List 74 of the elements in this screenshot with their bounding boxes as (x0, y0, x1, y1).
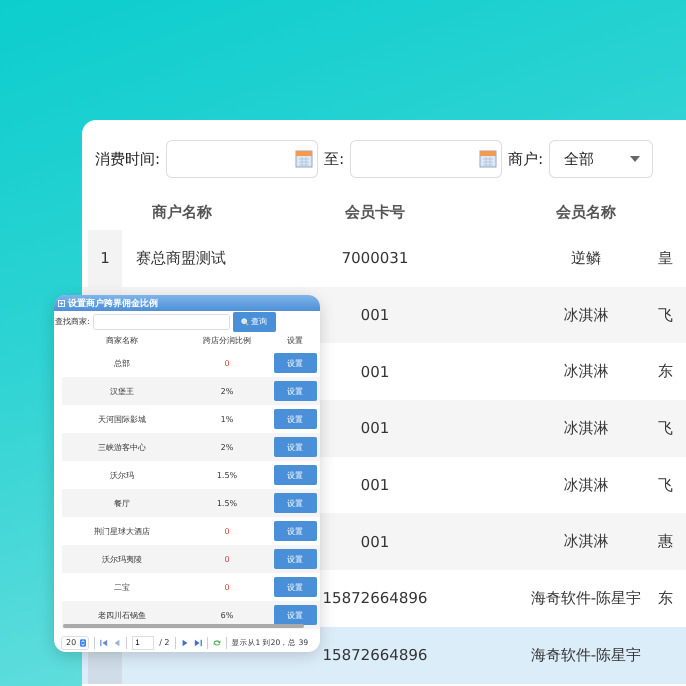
table-cell: 东 (658, 362, 673, 380)
column-header: 会员名称 (554, 202, 617, 222)
table-cell: 2% (220, 386, 234, 396)
table-cell: 冰淇淋 (564, 362, 608, 380)
table-cell: 0 (224, 582, 230, 592)
table-cell: 沃尔玛 (110, 470, 134, 480)
table-cell: 海奇软件-陈星宇 (530, 646, 642, 664)
table-cell: 沃尔玛夷陵 (102, 554, 142, 564)
spinner-icon[interactable] (80, 638, 86, 647)
page-field[interactable]: 1 (132, 636, 154, 650)
caret-icon (630, 156, 640, 162)
table-cell: 飞 (658, 418, 673, 437)
table-cell: 惠 (658, 532, 673, 550)
search-field[interactable] (92, 314, 230, 330)
row-number: 1 (100, 249, 110, 268)
page-size-select[interactable]: 20 (61, 636, 90, 650)
table-cell: 1.5% (216, 498, 238, 508)
table-cell: 餐厅 (114, 498, 130, 508)
column-header: 跨店分润比例 (202, 335, 252, 346)
first-page-icon[interactable] (100, 638, 108, 647)
table-row[interactable]: 1 赛总商盟测试 7000031 逆鳞 皇 (82, 230, 686, 287)
table-cell: 1.5% (216, 470, 238, 480)
filter-label: 商户: (508, 150, 544, 168)
last-page-icon[interactable] (194, 638, 202, 647)
previous-page-icon[interactable] (113, 638, 122, 647)
table-cell: 0 (224, 358, 230, 368)
search-icon (241, 318, 250, 326)
table-cell: 飞 (658, 306, 673, 324)
table-cell: 0 (224, 526, 230, 536)
merchant-select[interactable]: 全部 (549, 140, 654, 178)
column-header: 会员卡号 (344, 202, 406, 222)
table-cell: 逆鳞 (571, 248, 601, 267)
table-cell: 东 (658, 588, 673, 607)
table-cell: 2% (220, 442, 234, 452)
refresh-icon[interactable] (212, 638, 221, 647)
next-page-icon[interactable] (180, 638, 189, 647)
table-cell: 0 (224, 554, 230, 564)
table-cell: 赛总商盟测试 (136, 248, 226, 267)
table-cell: 汉堡王 (110, 386, 134, 396)
window-icon (58, 300, 65, 307)
table-cell: 总部 (114, 358, 130, 368)
calendar-icon[interactable] (479, 150, 498, 168)
table-cell: 001 (360, 476, 390, 494)
table-cell: 荆门星球大酒店 (94, 526, 150, 536)
table-cell: 7000031 (342, 249, 408, 268)
table-cell: 飞 (658, 476, 673, 494)
page-total: / 2 (159, 638, 170, 648)
filter-label: 消费时间: (95, 150, 160, 168)
column-header: 商家名称 (105, 335, 139, 346)
table-cell: 15872664896 (322, 646, 428, 664)
table-cell: 皇 (658, 248, 673, 267)
table-cell: 001 (360, 419, 390, 438)
date-field[interactable] (350, 140, 502, 178)
table-cell: 冰淇淋 (564, 476, 608, 494)
table-cell: 冰淇淋 (564, 418, 608, 437)
scrollbar[interactable] (63, 624, 304, 628)
table-cell: 老四川石锅鱼 (98, 610, 146, 620)
table-cell: 天河国际影城 (98, 414, 146, 424)
table-cell: 15872664896 (322, 589, 428, 608)
table-cell: 001 (360, 532, 390, 551)
column-header: 商户名称 (151, 202, 213, 222)
calendar-icon[interactable] (295, 150, 314, 168)
table-cell: 海奇软件-陈星宇 (530, 588, 642, 607)
date-field[interactable] (166, 140, 318, 178)
filter-label: 至: (324, 150, 344, 168)
table-cell: 冰淇淋 (564, 306, 608, 324)
table-cell: 冰淇淋 (564, 532, 608, 550)
table-cell: 二宝 (114, 582, 130, 592)
table-cell: 三峡游客中心 (98, 442, 146, 452)
table-cell: 1% (220, 414, 234, 424)
table-cell: 001 (360, 362, 390, 381)
table-cell: 6% (220, 610, 234, 620)
table-cell: 001 (360, 306, 390, 324)
column-header: 设置 (286, 335, 304, 346)
